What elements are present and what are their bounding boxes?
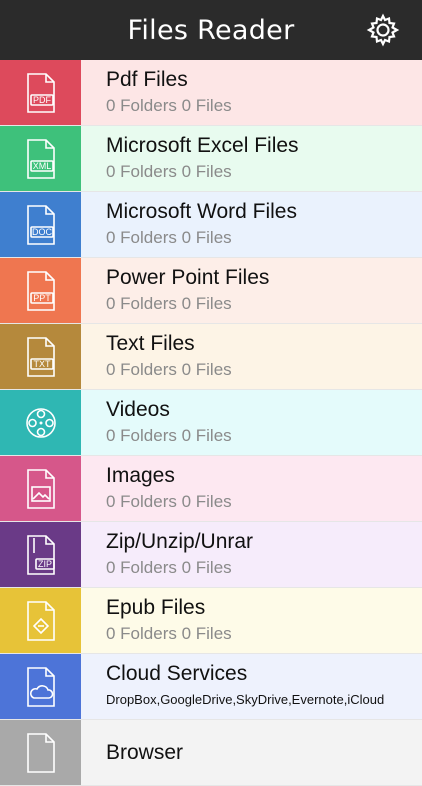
list-item-subtitle: 0 Folders 0 Files: [106, 294, 232, 313]
list-item-title: Text Files: [106, 332, 195, 355]
epub-file-icon: [26, 600, 55, 641]
list-item-title: Microsoft Excel Files: [106, 134, 299, 157]
list-item-icon-box: TXT: [0, 324, 81, 389]
list-item-text: Power Point Files 0 Folders 0 Files: [81, 258, 269, 323]
list-item[interactable]: Images 0 Folders 0 Files: [0, 456, 422, 522]
list-item-text: Videos 0 Folders 0 Files: [81, 390, 232, 455]
list-item-title: Epub Files: [106, 596, 206, 619]
list-item-icon-box: [0, 588, 81, 653]
cloud-file-icon: [26, 666, 55, 707]
list-item-icon-box: XML: [0, 126, 81, 191]
powerpoint-file-icon: PPT: [26, 270, 55, 311]
list-item-icon-box: PDF: [0, 60, 81, 125]
svg-text:PDF: PDF: [33, 95, 52, 105]
list-item[interactable]: Epub Files 0 Folders 0 Files: [0, 588, 422, 654]
text-file-icon: TXT: [26, 336, 55, 377]
list-item-title: Power Point Files: [106, 266, 270, 289]
category-list: PDF Pdf Files 0 Folders 0 Files XML Microso…: [0, 60, 422, 786]
list-item-subtitle: 0 Folders 0 Files: [106, 228, 232, 247]
list-item-subtitle: 0 Folders 0 Files: [106, 96, 232, 115]
list-item-text: Microsoft Word Files 0 Folders 0 Files: [81, 192, 297, 257]
list-item[interactable]: ZIP Zip/Unzip/Unrar 0 Folders 0 Files: [0, 522, 422, 588]
list-item-subtitle: 0 Folders 0 Files: [106, 492, 232, 511]
list-item-title: Videos: [106, 398, 170, 421]
list-item[interactable]: Cloud Services DropBox,GoogleDrive,SkyDri…: [0, 654, 422, 720]
browser-file-icon: [26, 732, 55, 773]
svg-text:TXT: TXT: [33, 359, 51, 369]
excel-file-icon: XML: [26, 138, 55, 179]
list-item-title: Pdf Files: [106, 68, 188, 91]
list-item-subtitle: 0 Folders 0 Files: [106, 624, 232, 643]
list-item-text: Microsoft Excel Files 0 Folders 0 Files: [81, 126, 299, 191]
video-reel-icon: [25, 407, 56, 438]
list-item-title: Images: [106, 464, 175, 487]
word-file-icon: DOC: [26, 204, 55, 245]
list-item-text: Epub Files 0 Folders 0 Files: [81, 588, 232, 653]
list-item-title: Zip/Unzip/Unrar: [106, 530, 254, 553]
list-item[interactable]: DOC Microsoft Word Files 0 Folders 0 Files: [0, 192, 422, 258]
list-item-subtitle: 0 Folders 0 Files: [106, 162, 232, 181]
list-item-text: Pdf Files 0 Folders 0 Files: [81, 60, 232, 125]
app-title: Files Reader: [127, 14, 295, 46]
list-item[interactable]: XML Microsoft Excel Files 0 Folders 0 File…: [0, 126, 422, 192]
list-item-icon-box: [0, 456, 81, 521]
list-item-icon-box: [0, 720, 81, 785]
list-item-subtitle: 0 Folders 0 Files: [106, 426, 232, 445]
list-item-icon-box: [0, 654, 81, 719]
list-item-subtitle: 0 Folders 0 Files: [106, 558, 232, 577]
list-item-icon-box: PPT: [0, 258, 81, 323]
list-item-icon-box: DOC: [0, 192, 81, 257]
list-item-text: Images 0 Folders 0 Files: [81, 456, 232, 521]
list-item[interactable]: PPT Power Point Files 0 Folders 0 Files: [0, 258, 422, 324]
list-item-subtitle: DropBox,GoogleDrive,SkyDrive,Evernote,iC…: [106, 692, 385, 707]
list-item[interactable]: PDF Pdf Files 0 Folders 0 Files: [0, 60, 422, 126]
list-item-icon-box: ZIP: [0, 522, 81, 587]
list-item-title: Browser: [106, 740, 184, 764]
zip-file-icon: ZIP: [26, 534, 55, 575]
svg-text:XML: XML: [32, 161, 51, 171]
list-item-text: Browser: [81, 720, 183, 785]
gear-icon[interactable]: [366, 13, 400, 47]
svg-text:PPT: PPT: [33, 293, 51, 303]
list-item-icon-box: [0, 390, 81, 455]
app-header: Files Reader: [0, 0, 422, 60]
list-item[interactable]: TXT Text Files 0 Folders 0 Files: [0, 324, 422, 390]
list-item-title: Cloud Services: [106, 662, 248, 685]
list-item[interactable]: Videos 0 Folders 0 Files: [0, 390, 422, 456]
list-item-text: Text Files 0 Folders 0 Files: [81, 324, 232, 389]
image-file-icon: [26, 468, 55, 509]
list-item-subtitle: 0 Folders 0 Files: [106, 360, 232, 379]
list-item-text: Cloud Services DropBox,GoogleDrive,SkyDri…: [81, 654, 384, 719]
svg-text:DOC: DOC: [32, 227, 53, 237]
svg-text:ZIP: ZIP: [37, 559, 51, 569]
pdf-file-icon: PDF: [26, 72, 55, 113]
list-item-text: Zip/Unzip/Unrar 0 Folders 0 Files: [81, 522, 253, 587]
list-item[interactable]: Browser: [0, 720, 422, 786]
list-item-title: Microsoft Word Files: [106, 200, 297, 223]
